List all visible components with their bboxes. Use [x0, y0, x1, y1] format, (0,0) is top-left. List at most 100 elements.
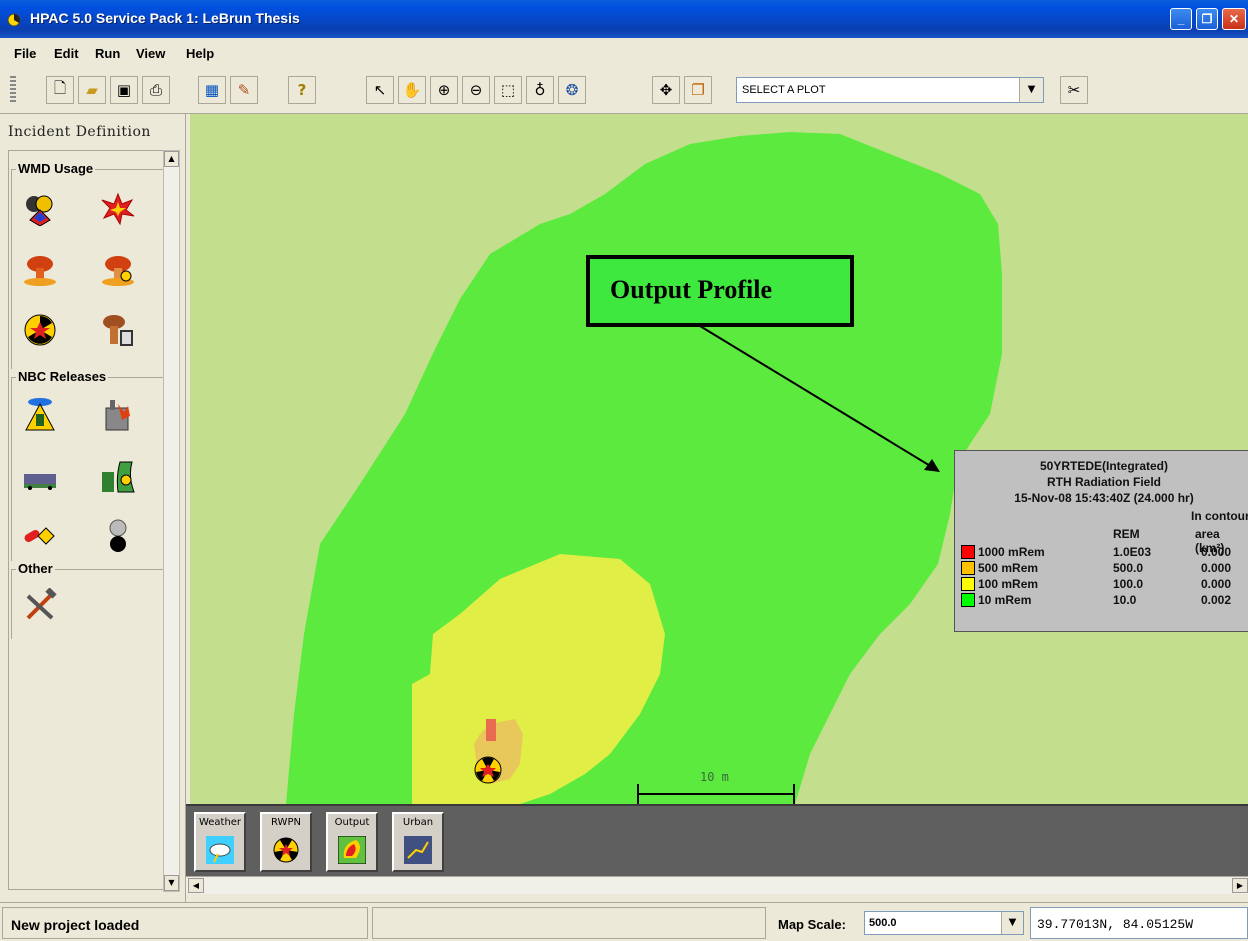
zoom-in-button[interactable]: ⊕	[430, 76, 458, 104]
legend-rem: 1.0E03	[1113, 545, 1152, 559]
save-icon: ▣	[116, 81, 132, 99]
chevron-down-icon[interactable]: ▼	[1019, 78, 1043, 102]
menu-file[interactable]: File	[14, 46, 36, 61]
help-icon: ?	[297, 81, 307, 99]
help-button[interactable]: ?	[288, 76, 316, 104]
group-label: NBC Releases	[16, 369, 109, 384]
select-box-icon: ⬚	[500, 81, 516, 99]
panel-scrollbar[interactable]: ▲ ▼	[163, 150, 180, 892]
hpac-window: HPAC 5.0 Service Pack 1: LeBrun Thesis _…	[0, 0, 1248, 941]
scroll-left-icon[interactable]: ◀	[188, 878, 204, 893]
weather-tab[interactable]: Weather	[194, 812, 246, 872]
zoom-out-button[interactable]: ⊖	[462, 76, 490, 104]
new-file-button[interactable]: 🗋	[46, 76, 74, 104]
contour-1000-mrem	[486, 719, 496, 741]
reactor-icon[interactable]	[98, 456, 138, 496]
tools-icon[interactable]	[20, 586, 60, 626]
restore-button[interactable]: ❐	[1196, 8, 1218, 30]
legend-label: 100 mRem	[978, 577, 1039, 591]
open-folder-icon: ▰	[86, 81, 98, 99]
legend-label: 1000 mRem	[978, 545, 1045, 559]
radiation-icon	[273, 837, 299, 863]
pointer-button[interactable]: ↖	[366, 76, 394, 104]
urban-tab[interactable]: Urban	[392, 812, 444, 872]
chemical-release-icon[interactable]	[20, 394, 60, 434]
menu-view[interactable]: View	[136, 46, 165, 61]
map-scale-value: 500.0	[869, 917, 897, 929]
status-message: New project loaded	[11, 917, 140, 933]
legend-swatch-100	[961, 577, 975, 591]
save-button[interactable]: ▣	[110, 76, 138, 104]
radiation-blast-icon[interactable]	[20, 310, 60, 350]
pills-icon[interactable]	[20, 516, 60, 556]
tab-label: Weather	[198, 817, 242, 828]
nuclear-cloud-2-icon[interactable]	[98, 250, 138, 290]
plot-legend[interactable]: 50YRTEDE(Integrated) RTH Radiation Field…	[954, 450, 1248, 632]
map-horizontal-scrollbar[interactable]: ◀ ▶	[186, 876, 1248, 894]
print-button[interactable]: ⎙	[142, 76, 170, 104]
probe-button[interactable]: ♁	[526, 76, 554, 104]
plot-select[interactable]: SELECT A PLOT ▼	[736, 77, 1044, 103]
nuclear-calculator-icon[interactable]	[98, 310, 138, 350]
menu-edit[interactable]: Edit	[54, 46, 79, 61]
globe-button[interactable]: ❂	[558, 76, 586, 104]
toolbar-grip[interactable]	[10, 76, 16, 104]
legend-row: 1000 mRem 1.0E03 0.000	[961, 544, 1248, 560]
move-button[interactable]: ✥	[652, 76, 680, 104]
legend-area: 0.000	[1201, 577, 1232, 591]
hazard-mix-icon[interactable]	[20, 188, 60, 228]
scroll-up-icon[interactable]: ▲	[164, 151, 179, 167]
cut-button[interactable]: ✂	[1060, 76, 1088, 104]
legend-col-area-head1: In contour	[1191, 509, 1248, 523]
tool-dock: Weather RWPN Output Urban	[186, 804, 1248, 876]
legend-rem: 500.0	[1113, 561, 1144, 575]
open-button[interactable]: ▰	[78, 76, 106, 104]
legend-swatch-10	[961, 593, 975, 607]
window-title: HPAC 5.0 Service Pack 1: LeBrun Thesis	[30, 10, 300, 26]
train-release-icon[interactable]	[20, 456, 60, 496]
coordinates-field: 39.77013N, 84.05125W	[1030, 907, 1248, 939]
scroll-right-icon[interactable]: ▶	[1232, 878, 1248, 893]
globe-icon: ❂	[565, 81, 579, 99]
menu-help[interactable]: Help	[186, 46, 214, 61]
layers-button[interactable]: ❐	[684, 76, 712, 104]
facility-fire-icon[interactable]	[98, 394, 138, 434]
chevron-down-icon[interactable]: ▼	[1001, 912, 1023, 934]
legend-time: 15-Nov-08 15:43:40Z (24.000 hr)	[1014, 491, 1194, 505]
tab-label: Urban	[402, 817, 434, 828]
output-plume-icon	[338, 836, 366, 864]
pan-button[interactable]: ✋	[398, 76, 426, 104]
calculator-icon: ▦	[204, 81, 220, 99]
release-location-icon[interactable]	[474, 756, 502, 784]
legend-area: 0.002	[1201, 593, 1232, 607]
map-scale-select[interactable]: 500.0 ▼	[864, 911, 1024, 935]
status-message-cell: New project loaded	[2, 907, 368, 939]
coordinates-value: 39.77013N, 84.05125W	[1037, 917, 1194, 932]
legend-title: 50YRTEDE(Integrated)	[1039, 459, 1169, 473]
legend-label: 10 mRem	[978, 593, 1032, 607]
callout-text: Output Profile	[610, 275, 773, 304]
group-wmd-usage: WMD Usage	[11, 161, 167, 369]
select-box-button[interactable]: ⬚	[494, 76, 522, 104]
weather-cloud-icon	[206, 836, 234, 864]
legend-row: 10 mRem 10.0 0.002	[961, 592, 1248, 608]
rwpn-tab[interactable]: RWPN	[260, 812, 312, 872]
zoom-in-icon: ⊕	[437, 81, 451, 99]
menu-run[interactable]: Run	[95, 46, 120, 61]
panel-title: Incident Definition	[8, 124, 151, 140]
legend-row: 100 mRem 100.0 0.000	[961, 576, 1248, 592]
bomb-icon[interactable]	[98, 516, 138, 556]
map-view[interactable]: Output Profile 10 m 50YRTEDE(Integrated)…	[190, 114, 1248, 804]
scroll-down-icon[interactable]: ▼	[164, 875, 179, 891]
close-button[interactable]: ✕	[1222, 8, 1246, 30]
calculator-button[interactable]: ▦	[198, 76, 226, 104]
layers-icon: ❐	[691, 81, 705, 99]
group-nbc-releases: NBC Releases	[11, 369, 167, 561]
tab-label: RWPN	[271, 817, 301, 828]
edit-button[interactable]: ✎	[230, 76, 258, 104]
explosion-icon[interactable]	[98, 188, 138, 228]
nuclear-cloud-icon[interactable]	[20, 250, 60, 290]
output-tab[interactable]: Output	[326, 812, 378, 872]
minimize-button[interactable]: _	[1170, 8, 1192, 30]
scissors-icon: ✂	[1067, 81, 1081, 99]
